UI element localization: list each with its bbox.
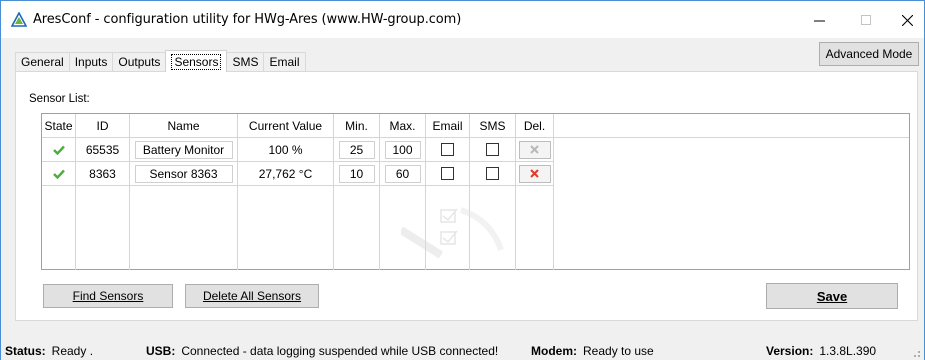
id-cell: 65535 (76, 138, 130, 162)
email-checkbox[interactable] (441, 143, 454, 156)
modem-value: Ready to use (583, 344, 654, 358)
column-header-delete[interactable]: Del. (516, 114, 554, 138)
column-header-email[interactable]: Email (426, 114, 470, 138)
close-icon (901, 14, 913, 26)
save-button[interactable]: Save (766, 283, 898, 309)
app-window: AresConf - configuration utility for HWg… (0, 0, 925, 360)
tab-sensors[interactable]: Sensors (165, 50, 228, 72)
watermark-checklist-icon (401, 207, 504, 259)
minimize-icon (813, 20, 825, 21)
column-header-filler (554, 114, 909, 138)
version-section: Version: 1.3.8L.390 (766, 344, 876, 358)
max-field[interactable]: 60 (384, 164, 421, 183)
modem-section: Modem: Ready to use (531, 344, 654, 358)
delete-cell (516, 138, 554, 162)
column-header-sms[interactable]: SMS (470, 114, 516, 138)
delete-cell (516, 162, 554, 186)
delete-all-sensors-button[interactable]: Delete All Sensors (185, 284, 319, 308)
sms-cell (470, 162, 516, 186)
name-cell: Battery Monitor (130, 138, 238, 162)
delete-all-sensors-label: Delete All Sensors (202, 289, 302, 303)
column-header-id[interactable]: ID (76, 114, 130, 138)
version-value: 1.3.8L.390 (819, 344, 877, 358)
tab-general[interactable]: General (15, 52, 70, 71)
close-button[interactable] (884, 5, 925, 35)
usb-section: USB: Connected - data logging suspended w… (146, 344, 498, 358)
empty-column (76, 186, 130, 270)
column-header-max[interactable]: Max. (380, 114, 426, 138)
id-cell: 8363 (76, 162, 130, 186)
ok-check-icon (52, 145, 65, 155)
max-cell: 60 (380, 162, 426, 186)
sms-cell (470, 138, 516, 162)
usb-value: Connected - data logging suspended while… (181, 344, 499, 358)
max-field[interactable]: 100 (384, 140, 421, 159)
tab-outputs[interactable]: Outputs (112, 52, 167, 71)
min-field[interactable]: 10 (338, 164, 375, 183)
empty-column (130, 186, 238, 270)
tab-sensors-label: Sensors (171, 53, 222, 70)
status-value: Ready . (51, 344, 94, 358)
empty-column (516, 186, 554, 270)
status-bar: Status: Ready . USB: Connected - data logg… (1, 340, 924, 360)
ok-check-icon (52, 169, 65, 179)
empty-column (42, 186, 76, 270)
email-cell (426, 162, 470, 186)
version-label: Version: (766, 344, 814, 358)
empty-column (238, 186, 334, 270)
usb-label: USB: (146, 344, 176, 358)
sensor-name-field[interactable]: Battery Monitor (134, 140, 233, 159)
name-cell: Sensor 8363 (130, 162, 238, 186)
state-cell (42, 138, 76, 162)
window-title: AresConf - configuration utility for HWg… (33, 12, 462, 27)
advanced-mode-button[interactable]: Advanced Mode (819, 42, 919, 66)
status-label: Status: (5, 344, 46, 358)
save-label: Save (816, 288, 848, 304)
column-header-state[interactable]: State (42, 114, 76, 138)
minimize-button[interactable] (796, 5, 842, 35)
value-cell: 27,762 °C (238, 162, 334, 186)
delete-x-icon (530, 169, 539, 178)
maximize-icon (861, 15, 871, 25)
max-cell: 100 (380, 138, 426, 162)
email-checkbox[interactable] (441, 167, 454, 180)
resize-grip-icon[interactable] (911, 348, 921, 358)
state-cell (42, 162, 76, 186)
sms-checkbox[interactable] (486, 143, 499, 156)
column-header-name[interactable]: Name (130, 114, 238, 138)
sms-checkbox[interactable] (486, 167, 499, 180)
maximize-button[interactable] (843, 5, 889, 35)
empty-column (334, 186, 380, 270)
min-cell: 10 (334, 162, 380, 186)
title-bar[interactable]: AresConf - configuration utility for HWg… (1, 0, 924, 38)
delete-x-icon (530, 145, 539, 154)
modem-label: Modem: (531, 344, 577, 358)
find-sensors-label: Find Sensors (72, 289, 144, 303)
tab-inputs[interactable]: Inputs (68, 52, 114, 71)
sensor-list-label: Sensor List: (29, 93, 90, 105)
status-section: Status: Ready . (5, 344, 93, 358)
tab-sms[interactable]: SMS (226, 52, 265, 71)
value-cell: 100 % (238, 138, 334, 162)
column-header-current-value[interactable]: Current Value (238, 114, 334, 138)
app-logo-icon (11, 12, 27, 27)
tab-strip: General Inputs Outputs Sensors SMS Email (15, 50, 306, 72)
delete-sensor-button[interactable] (518, 164, 551, 183)
email-cell (426, 138, 470, 162)
min-cell: 25 (334, 138, 380, 162)
column-header-min[interactable]: Min. (334, 114, 380, 138)
delete-sensor-button-disabled[interactable] (518, 140, 551, 159)
tab-email[interactable]: Email (263, 52, 306, 71)
find-sensors-button[interactable]: Find Sensors (43, 284, 173, 308)
sensor-name-field[interactable]: Sensor 8363 (134, 164, 233, 183)
min-field[interactable]: 25 (338, 140, 375, 159)
